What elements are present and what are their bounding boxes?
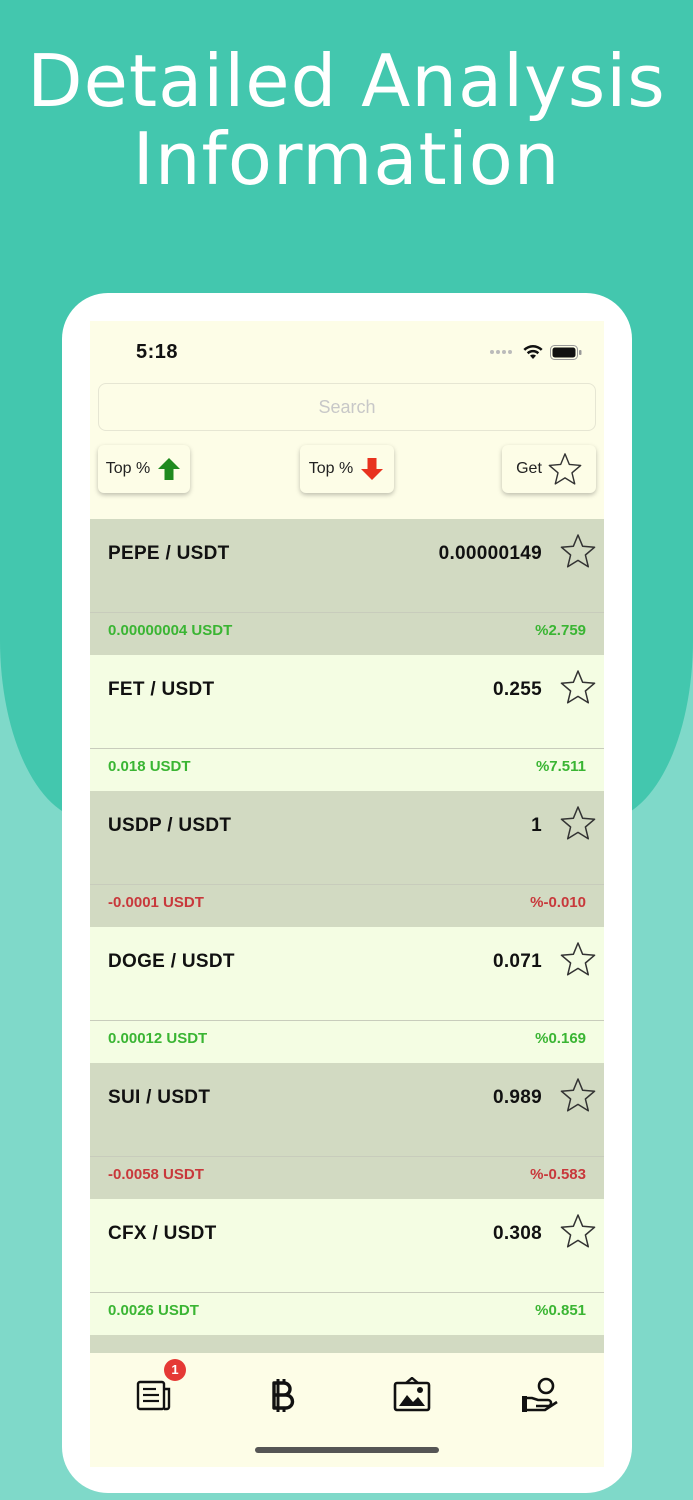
favorite-star-icon[interactable]: [560, 669, 596, 705]
favorite-star-icon[interactable]: [560, 1213, 596, 1249]
coin-row[interactable]: USDP / USDT 1 -0.0001 USDT %-0.010: [90, 791, 604, 927]
app-screen: 5:18 Search Top % Top % Get PEPE / USDT …: [90, 321, 604, 1467]
coin-change: 0.00000004 USDT: [108, 622, 233, 639]
news-badge: 1: [164, 1359, 186, 1381]
tab-news[interactable]: 1: [124, 1359, 186, 1425]
favorite-star-icon[interactable]: [560, 805, 596, 841]
tab-profile[interactable]: [510, 1365, 570, 1425]
gallery-icon: [393, 1377, 431, 1412]
coin-change: -0.0058 USDT: [108, 1166, 204, 1183]
coin-row[interactable]: SUI / USDT 0.989 -0.0058 USDT %-0.583: [90, 1063, 604, 1199]
coin-pair: CFX / USDT: [108, 1223, 217, 1244]
coin-percent: %0.851: [535, 1302, 586, 1319]
headline-line-1: Detailed Analysis: [27, 39, 666, 123]
coin-pair: DOGE / USDT: [108, 951, 235, 972]
coin-change: -0.0001 USDT: [108, 894, 204, 911]
row-divider: [90, 884, 604, 885]
coin-row[interactable]: CFX / USDT 0.308 0.0026 USDT %0.851: [90, 1199, 604, 1335]
promo-headline: Detailed Analysis Information: [0, 42, 693, 198]
status-bar: 5:18: [90, 321, 604, 381]
coin-price: 0.308: [492, 1223, 542, 1244]
top-losers-button[interactable]: Top %: [300, 445, 394, 493]
profile-icon: [522, 1377, 558, 1412]
favorite-star-icon[interactable]: [560, 941, 596, 977]
arrow-down-icon: [361, 458, 384, 480]
headline-line-2: Information: [132, 117, 561, 201]
status-icons: [490, 343, 582, 361]
tab-gallery[interactable]: [382, 1365, 442, 1425]
favorite-star-icon[interactable]: [560, 533, 596, 569]
coin-percent: %0.169: [535, 1030, 586, 1047]
coin-percent: %-0.010: [530, 894, 586, 911]
arrow-up-icon: [158, 458, 181, 480]
search-input[interactable]: Search: [98, 383, 596, 431]
bitcoin-icon: [272, 1379, 295, 1412]
row-divider: [90, 1292, 604, 1293]
coin-pair: PEPE / USDT: [108, 543, 230, 564]
row-divider: [90, 1156, 604, 1157]
coin-change: 0.018 USDT: [108, 758, 191, 775]
coin-list: PEPE / USDT 0.00000149 0.00000004 USDT %…: [90, 519, 604, 1365]
coin-price: 0.071: [492, 951, 542, 972]
coin-change: 0.00012 USDT: [108, 1030, 208, 1047]
wifi-icon: [523, 345, 543, 359]
top-losers-label: Top %: [308, 460, 354, 477]
favorites-button[interactable]: Get: [502, 445, 596, 493]
coin-row[interactable]: DOGE / USDT 0.071 0.00012 USDT %0.169: [90, 927, 604, 1063]
news-icon: [136, 1380, 171, 1411]
row-divider: [90, 612, 604, 613]
coin-price: 0.989: [492, 1087, 542, 1108]
top-gainers-label: Top %: [105, 460, 151, 477]
home-indicator: [255, 1447, 439, 1453]
coin-pair: FET / USDT: [108, 679, 215, 700]
star-icon: [548, 453, 582, 485]
tab-markets[interactable]: [252, 1365, 312, 1425]
battery-icon: [550, 344, 582, 360]
row-divider: [90, 748, 604, 749]
coin-pair: SUI / USDT: [108, 1087, 211, 1108]
coin-percent: %2.759: [535, 622, 586, 639]
row-divider: [90, 1020, 604, 1021]
status-time: 5:18: [136, 341, 179, 363]
coin-price: 1: [531, 815, 542, 836]
favorites-label: Get: [516, 460, 542, 477]
signal-icon: [490, 350, 512, 354]
coin-price: 0.00000149: [438, 543, 542, 564]
coin-change: 0.0026 USDT: [108, 1302, 199, 1319]
favorite-star-icon[interactable]: [560, 1077, 596, 1113]
coin-row[interactable]: PEPE / USDT 0.00000149 0.00000004 USDT %…: [90, 519, 604, 655]
coin-row[interactable]: FET / USDT 0.255 0.018 USDT %7.511: [90, 655, 604, 791]
coin-price: 0.255: [492, 679, 542, 700]
coin-percent: %7.511: [535, 758, 586, 775]
top-gainers-button[interactable]: Top %: [98, 445, 190, 493]
coin-pair: USDP / USDT: [108, 815, 232, 836]
coin-percent: %-0.583: [530, 1166, 586, 1183]
